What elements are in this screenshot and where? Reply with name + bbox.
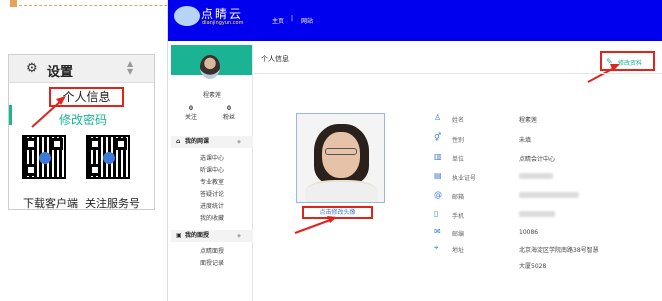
logo-icon [174, 6, 200, 26]
redacted-value [519, 192, 579, 198]
menu-item[interactable]: 进度统计 [171, 201, 253, 210]
stat-following[interactable]: 0 关注 [171, 105, 211, 121]
gender-icon: ⚥ [434, 133, 442, 142]
avatar[interactable] [200, 55, 220, 79]
id-card-icon: ▤ [434, 171, 442, 180]
nav-home[interactable]: 主页 [272, 16, 284, 25]
field-mobile: ▯ 手机 [434, 209, 654, 223]
menu-item[interactable]: 选课中心 [171, 153, 253, 162]
field-postcode: ✉ 邮编 10086 [434, 227, 539, 238]
home-icon: ⌂ [176, 138, 181, 145]
menu-item[interactable]: 答疑讨论 [171, 189, 253, 198]
at-icon: @ [434, 190, 442, 199]
user-icon: ♙ [434, 113, 442, 122]
section-face-to-face[interactable]: ▣ 我的面授 ◆ [171, 230, 253, 242]
menu-item[interactable]: 听课中心 [171, 165, 253, 174]
menu-item[interactable]: 面授记录 [171, 258, 253, 267]
sidebar: 程素莲 0 关注 0 粉丝 ⌂ 我的网课 ◆ 选课中心 听课中心 专业教室 答疑讨论 进… [171, 45, 253, 301]
field-company: ▥ 单位 点睛会计中心 [434, 152, 556, 163]
field-email: @ 邮箱 [434, 190, 654, 204]
location-icon: ⌖ [434, 243, 439, 252]
top-header: 点睛云 dianjingyun.com 主页 | 网站 [168, 0, 662, 41]
redacted-value [519, 173, 553, 179]
menu-item[interactable]: 点睛面授 [171, 246, 253, 255]
divider [254, 73, 662, 74]
field-gender: ⚥ 性别 未填 [434, 133, 532, 144]
menu-item[interactable]: 专业教室 [171, 177, 253, 186]
building-icon: ▥ [434, 152, 442, 161]
phone-icon: ▯ [434, 209, 439, 218]
redacted-value [519, 211, 555, 217]
brand-subtitle: dianjingyun.com [202, 20, 244, 26]
menu-item[interactable]: 我的收藏 [171, 213, 253, 222]
stat-followers[interactable]: 0 粉丝 [209, 105, 249, 121]
nav-website[interactable]: 网站 [301, 16, 313, 25]
sort-arrows-icon: ◆ [237, 233, 241, 239]
edit-profile-button[interactable]: ✎ 修改资料 [600, 51, 655, 71]
field-address: ⌖ 地址 北京海淀区学院南路38号智慧 [434, 243, 599, 254]
nav-separator: | [291, 15, 294, 22]
edit-icon: ✎ [606, 57, 613, 66]
change-avatar-link[interactable]: 点击修改头像 [302, 206, 373, 219]
book-icon: ▣ [176, 232, 182, 239]
field-address-cont: 大厦5028 [519, 263, 547, 270]
field-license: ▤ 执业证号 [434, 171, 654, 185]
app-window: 点睛云 dianjingyun.com 主页 | 网站 程素莲 0 关注 0 粉丝 … [167, 0, 662, 301]
content-panel: 个人信息 ✎ 修改资料 点击修改头像 ♙ 姓名 程素莲 ⚥ 性别 未填 ▥ 单位 点睛会计中… [254, 45, 662, 301]
profile-banner [171, 45, 252, 79]
page-title: 个人信息 [261, 55, 289, 63]
profile-photo[interactable] [296, 113, 385, 203]
edit-profile-label: 修改资料 [618, 60, 643, 67]
username: 程素莲 [202, 92, 221, 99]
section-my-courses[interactable]: ⌂ 我的网课 ◆ [171, 136, 253, 148]
mail-icon: ✉ [434, 227, 441, 236]
sort-arrows-icon: ◆ [237, 139, 241, 145]
field-name: ♙ 姓名 程素莲 [434, 113, 538, 124]
